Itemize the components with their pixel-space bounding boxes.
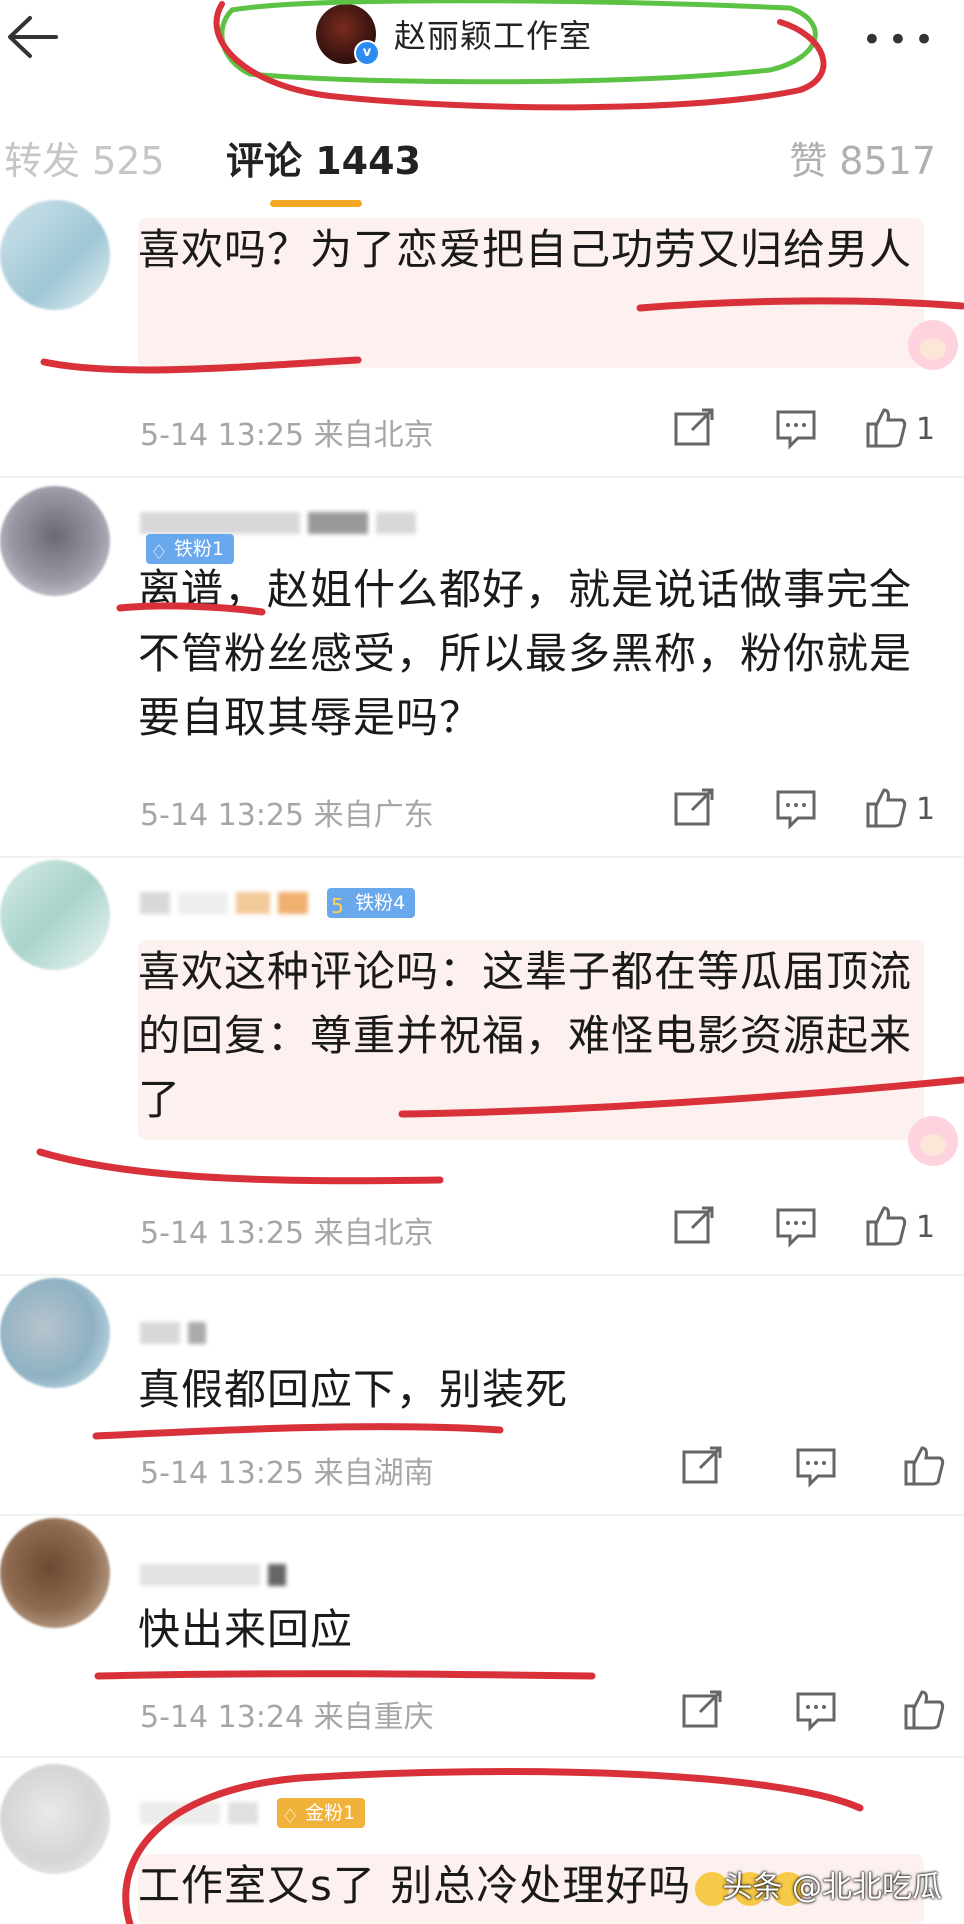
comment-text: 喜欢吗？为了恋爱把自己功劳又归给男人 [138,218,924,368]
divider [0,1514,964,1516]
comment-meta: 5-14 13:25 来自北京 [140,410,434,454]
comment-text: 快出来回应 [138,1605,354,1654]
account-header[interactable]: v 赵丽颖工作室 [316,4,593,66]
comment-icon[interactable] [774,1204,818,1252]
comment-icon[interactable] [794,1444,838,1492]
like-button[interactable]: 1 [864,1204,964,1252]
divider [0,1274,964,1276]
comment-text: 离谱，赵姐什么都好，就是说话做事完全不管粉丝感受，所以最多黑称，粉你就是要自取其… [138,565,913,742]
comment-actions [664,1444,964,1492]
share-icon[interactable] [672,786,716,834]
commenter-name[interactable] [140,1564,520,1598]
fan-badge: ♢ 金粉1 [277,1798,366,1828]
commenter-avatar[interactable] [0,1278,110,1388]
like-count: 1 [916,792,936,827]
commenter-avatar[interactable] [0,1764,110,1874]
comment-time: 5-14 13:24 [140,1700,305,1735]
account-avatar[interactable]: v [316,4,380,66]
tab-likes[interactable]: 赞 8517 [789,130,936,185]
comment-meta: 5-14 13:24 来自重庆 [140,1692,434,1736]
like-button[interactable]: 1 [864,406,964,454]
commenter-avatar[interactable] [0,1518,110,1628]
top-bar: v 赵丽颖工作室 ••• [0,0,964,80]
page-title: 赵丽颖工作室 [394,17,593,55]
comment-actions: 1 [664,1204,964,1252]
tab-bar: 转发 525 评论 1443 赞 8517 [0,110,964,207]
comment-actions: 1 [664,786,964,834]
fan-badge: 5 铁粉4 [327,888,416,918]
comment-item: 真假都回应下，别装死 5-14 13:25 来自湖南 [0,1278,964,1514]
thumbs-up-icon [866,408,907,448]
comment-meta: 5-14 13:25 来自广东 [140,790,434,834]
divider [0,1756,964,1758]
thumbs-up-icon [866,788,907,828]
comment-time: 5-14 13:25 [140,418,305,453]
sticker-icon [908,1116,958,1166]
like-count: 1 [916,1210,936,1245]
comment-time: 5-14 13:25 [140,1216,305,1251]
commenter-avatar[interactable] [0,486,110,596]
comment-location: 来自广东 [313,798,434,833]
share-icon[interactable] [672,1204,716,1252]
comment-location: 来自北京 [313,418,434,453]
commenter-name[interactable] [140,1322,520,1356]
comment-meta: 5-14 13:25 来自北京 [140,1208,434,1252]
share-icon[interactable] [680,1444,724,1492]
thumbs-up-icon [904,1690,945,1730]
comment-item: 快出来回应 5-14 13:24 来自重庆 [0,1518,964,1754]
thumbs-up-icon [866,1206,907,1246]
comment-item: ♢ 铁粉1 离谱，赵姐什么都好，就是说话做事完全不管粉丝感受，所以最多黑称，粉你就… [0,480,964,850]
commenter-avatar[interactable] [0,200,110,310]
share-icon[interactable] [672,406,716,454]
comment-time: 5-14 13:25 [140,798,305,833]
commenter-avatar[interactable] [0,860,110,970]
comment-location: 来自重庆 [313,1700,434,1735]
comment-meta: 5-14 13:25 来自湖南 [140,1448,434,1492]
comment-icon[interactable] [794,1688,838,1736]
more-dots-icon[interactable]: ••• [862,20,940,60]
verified-badge-icon: v [354,40,380,66]
share-icon[interactable] [680,1688,724,1736]
comment-actions: 1 [664,406,964,454]
comment-item: 5 铁粉4 喜欢这种评论吗：这辈子都在等瓜届顶流的回复：尊重并祝福，难怪电影资源起… [0,860,964,1270]
tab-repost[interactable]: 转发 525 [4,130,165,185]
comment-location: 来自湖南 [313,1456,434,1491]
commenter-name[interactable]: ♢ 金粉1 [140,1798,520,1832]
sticker-icon [908,320,958,370]
divider [0,476,964,478]
comment-text-content: 工作室又s了 别总冷处理好吗 [138,1861,692,1910]
thumbs-up-icon [904,1446,945,1486]
comment-text: 真假都回应下，别装死 [138,1365,569,1414]
comment-time: 5-14 13:25 [140,1456,305,1491]
tab-comments[interactable]: 评论 1443 [226,130,421,185]
arrow-left-icon[interactable] [6,14,60,60]
comment-item: 喜欢吗？为了恋爱把自己功劳又归给男人 5-14 13:25 来自北京 1 [0,200,964,470]
comment-text: 喜欢这种评论吗：这辈子都在等瓜届顶流的回复：尊重并祝福，难怪电影资源起来了 [138,940,924,1140]
comment-actions [664,1688,964,1736]
divider [0,856,964,858]
like-count: 1 [916,412,936,447]
comment-icon[interactable] [774,786,818,834]
like-button[interactable] [902,1688,946,1736]
commenter-name[interactable]: ♢ 铁粉1 [140,512,520,564]
comment-location: 来自北京 [313,1216,434,1251]
watermark: 头条 @北北吃瓜 [722,1870,942,1905]
like-button[interactable] [902,1444,946,1492]
like-button[interactable]: 1 [864,786,964,834]
commenter-name[interactable]: 5 铁粉4 [140,888,520,922]
comment-icon[interactable] [774,406,818,454]
